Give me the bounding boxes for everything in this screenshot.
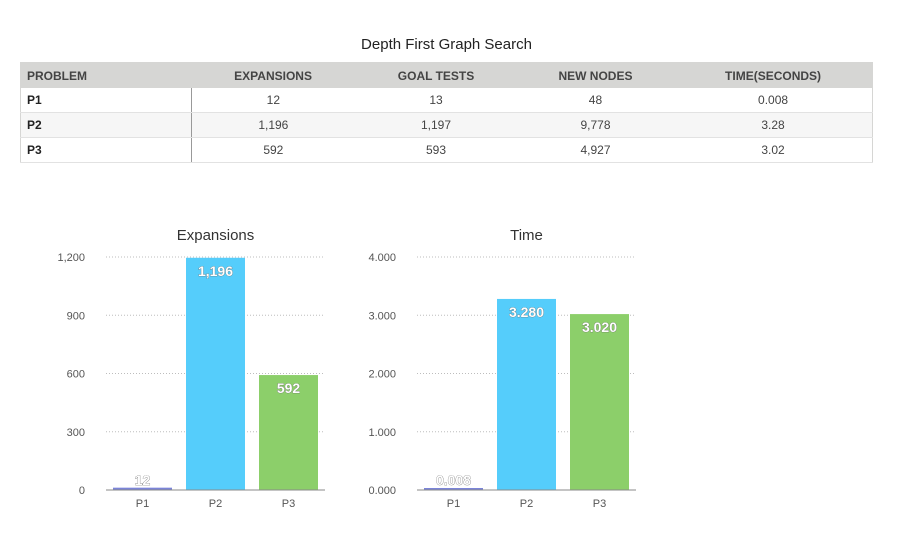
time-chart-title: Time [510,227,543,244]
expansions-y-tick-label: 900 [67,310,85,322]
expansions-y-tick-label: 1,200 [57,252,85,264]
time-data-label: 3.020 [582,319,617,335]
expansions-data-label: 1,196 [198,263,233,279]
expansions-chart-svg: Expansions 0 300 600 900 1,200 12 P1 1,196 P2 592 P… [57,227,325,510]
cell-problem: P3 [20,137,192,163]
expansions-y-tick-label: 300 [67,427,85,439]
table-row: P2 1,196 1,197 9,778 3.28 [20,112,873,138]
header-new-nodes: NEW NODES [516,62,675,88]
time-data-label: 3.280 [509,304,544,320]
cell-problem: P2 [20,112,192,138]
cell-goal-tests: 593 [355,137,517,163]
cell-goal-tests: 13 [355,88,517,113]
time-x-tick-label: P1 [447,498,460,510]
time-chart-svg: Time 0.000 1.000 2.000 3.000 4.000 0.008 P1 3.28… [368,227,636,510]
time-bar-p3 [570,314,629,490]
expansions-data-label: 592 [277,380,301,396]
cell-new-nodes: 9,778 [516,112,675,138]
cell-time: 3.02 [674,137,873,163]
cell-goal-tests: 1,197 [355,112,517,138]
time-y-tick-label: 2.000 [368,369,396,381]
expansions-x-tick-label: P3 [282,498,295,510]
cell-time: 3.28 [674,112,873,138]
expansions-x-tick-label: P1 [136,498,149,510]
expansions-x-tick-label: P2 [209,498,222,510]
header-problem: PROBLEM [20,62,191,88]
time-y-tick-label: 0.000 [368,485,396,497]
expansions-chart-title: Expansions [177,227,255,244]
time-y-tick-label: 3.000 [368,310,396,322]
expansions-y-tick-label: 0 [79,485,85,497]
cell-expansions: 592 [191,137,356,163]
expansions-chart: Expansions 0 300 600 900 1,200 12 P1 1,196 P2 592 P… [40,220,340,525]
table-row: P1 12 13 48 0.008 [20,88,873,113]
time-y-tick-label: 4.000 [368,252,396,264]
table-row: P3 592 593 4,927 3.02 [20,137,873,163]
header-time: TIME(SECONDS) [674,62,873,88]
expansions-data-label: 12 [135,472,151,488]
cell-problem: P1 [20,88,192,113]
cell-expansions: 12 [191,88,356,113]
header-goal-tests: GOAL TESTS [355,62,517,88]
expansions-y-tick-label: 600 [67,369,85,381]
table-title: Depth First Graph Search [361,36,532,53]
time-x-tick-label: P2 [520,498,533,510]
table-header-row: PROBLEM EXPANSIONS GOAL TESTS NEW NODES … [20,62,873,88]
expansions-bar-p2 [186,257,245,490]
time-chart: Time 0.000 1.000 2.000 3.000 4.000 0.008 P1 3.28… [351,220,651,525]
time-bar-p2 [497,298,556,490]
time-x-tick-label: P3 [593,498,606,510]
time-y-tick-label: 1.000 [368,427,396,439]
results-table: PROBLEM EXPANSIONS GOAL TESTS NEW NODES … [20,62,873,163]
header-expansions: EXPANSIONS [191,62,356,88]
time-data-label: 0.008 [436,472,471,488]
cell-new-nodes: 48 [516,88,675,113]
cell-new-nodes: 4,927 [516,137,675,163]
cell-expansions: 1,196 [191,112,356,138]
cell-time: 0.008 [674,88,873,113]
